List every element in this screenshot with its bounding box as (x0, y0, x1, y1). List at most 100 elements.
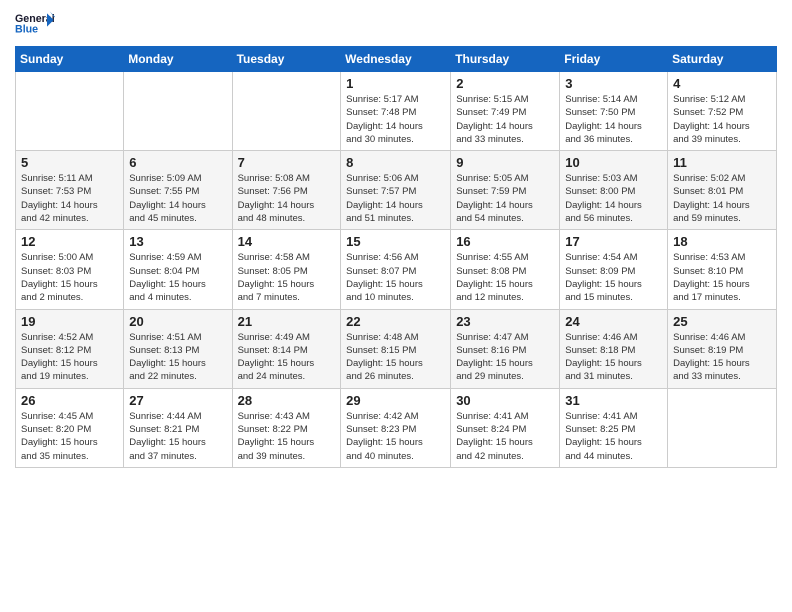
weekday-header-saturday: Saturday (668, 47, 777, 72)
day-number: 21 (238, 314, 336, 329)
calendar-table: SundayMondayTuesdayWednesdayThursdayFrid… (15, 46, 777, 468)
calendar-cell: 23Sunrise: 4:47 AM Sunset: 8:16 PM Dayli… (451, 309, 560, 388)
calendar-cell: 15 Sunrise: 4:56 AM Sunset: 8:07 PM Dayli… (341, 230, 451, 309)
day-number: 1 (346, 76, 445, 91)
calendar-cell: 1Sunrise: 5:17 AM Sunset: 7:48 PM Daylig… (341, 72, 451, 151)
calendar-cell: 19 Sunrise: 4:52 AM Sunset: 8:12 PM Dayli… (16, 309, 124, 388)
day-info: Sunrise: 4:46 AM Sunset: 8:19 PM Dayligh… (673, 331, 771, 384)
calendar-cell: 28 Sunrise: 4:43 AM Sunset: 8:22 PM Dayli… (232, 388, 341, 467)
day-info: Sunrise: 5:09 AM Sunset: 7:55 PM Dayligh… (129, 172, 226, 225)
calendar-cell: 22 Sunrise: 4:48 AM Sunset: 8:15 PM Dayli… (341, 309, 451, 388)
calendar-cell: 16Sunrise: 4:55 AM Sunset: 8:08 PM Dayli… (451, 230, 560, 309)
day-number: 19 (21, 314, 118, 329)
day-info: Sunrise: 5:12 AM Sunset: 7:52 PM Dayligh… (673, 93, 771, 146)
day-number: 26 (21, 393, 118, 408)
day-info: Sunrise: 4:41 AM Sunset: 8:25 PM Dayligh… (565, 410, 662, 463)
day-info: Sunrise: 4:43 AM Sunset: 8:22 PM Dayligh… (238, 410, 336, 463)
day-info: Sunrise: 5:11 AM Sunset: 7:53 PM Dayligh… (21, 172, 118, 225)
day-number: 18 (673, 234, 771, 249)
calendar-cell (232, 72, 341, 151)
day-number: 12 (21, 234, 118, 249)
calendar-cell: 7 Sunrise: 5:08 AM Sunset: 7:56 PM Daylig… (232, 151, 341, 230)
weekday-header-sunday: Sunday (16, 47, 124, 72)
day-number: 25 (673, 314, 771, 329)
day-info: Sunrise: 4:49 AM Sunset: 8:14 PM Dayligh… (238, 331, 336, 384)
day-info: Sunrise: 5:14 AM Sunset: 7:50 PM Dayligh… (565, 93, 662, 146)
day-info: Sunrise: 4:59 AM Sunset: 8:04 PM Dayligh… (129, 251, 226, 304)
day-info: Sunrise: 4:52 AM Sunset: 8:12 PM Dayligh… (21, 331, 118, 384)
page-header: General Blue (15, 10, 777, 40)
calendar-cell: 12 Sunrise: 5:00 AM Sunset: 8:03 PM Dayli… (16, 230, 124, 309)
day-info: Sunrise: 4:46 AM Sunset: 8:18 PM Dayligh… (565, 331, 662, 384)
calendar-cell: 26Sunrise: 4:45 AM Sunset: 8:20 PM Dayli… (16, 388, 124, 467)
calendar-cell: 10Sunrise: 5:03 AM Sunset: 8:00 PM Dayli… (560, 151, 668, 230)
calendar-cell (16, 72, 124, 151)
weekday-header-thursday: Thursday (451, 47, 560, 72)
day-info: Sunrise: 5:06 AM Sunset: 7:57 PM Dayligh… (346, 172, 445, 225)
day-info: Sunrise: 4:44 AM Sunset: 8:21 PM Dayligh… (129, 410, 226, 463)
calendar-cell: 27 Sunrise: 4:44 AM Sunset: 8:21 PM Dayli… (124, 388, 232, 467)
day-number: 22 (346, 314, 445, 329)
calendar-cell (124, 72, 232, 151)
calendar-cell: 5 Sunrise: 5:11 AM Sunset: 7:53 PM Daylig… (16, 151, 124, 230)
day-number: 6 (129, 155, 226, 170)
weekday-header-row: SundayMondayTuesdayWednesdayThursdayFrid… (16, 47, 777, 72)
day-info: Sunrise: 4:48 AM Sunset: 8:15 PM Dayligh… (346, 331, 445, 384)
week-row-2: 5 Sunrise: 5:11 AM Sunset: 7:53 PM Daylig… (16, 151, 777, 230)
svg-text:Blue: Blue (15, 24, 38, 36)
week-row-4: 19 Sunrise: 4:52 AM Sunset: 8:12 PM Dayli… (16, 309, 777, 388)
calendar-cell: 17 Sunrise: 4:54 AM Sunset: 8:09 PM Dayli… (560, 230, 668, 309)
day-info: Sunrise: 4:41 AM Sunset: 8:24 PM Dayligh… (456, 410, 554, 463)
day-number: 15 (346, 234, 445, 249)
weekday-header-monday: Monday (124, 47, 232, 72)
calendar-cell: 31 Sunrise: 4:41 AM Sunset: 8:25 PM Dayli… (560, 388, 668, 467)
day-info: Sunrise: 4:56 AM Sunset: 8:07 PM Dayligh… (346, 251, 445, 304)
calendar-cell: 3 Sunrise: 5:14 AM Sunset: 7:50 PM Daylig… (560, 72, 668, 151)
day-number: 23 (456, 314, 554, 329)
day-info: Sunrise: 5:08 AM Sunset: 7:56 PM Dayligh… (238, 172, 336, 225)
day-number: 7 (238, 155, 336, 170)
day-number: 2 (456, 76, 554, 91)
calendar-cell: 8 Sunrise: 5:06 AM Sunset: 7:57 PM Daylig… (341, 151, 451, 230)
calendar-cell: 18 Sunrise: 4:53 AM Sunset: 8:10 PM Dayli… (668, 230, 777, 309)
day-number: 20 (129, 314, 226, 329)
calendar-cell: 13 Sunrise: 4:59 AM Sunset: 8:04 PM Dayli… (124, 230, 232, 309)
calendar-cell: 20 Sunrise: 4:51 AM Sunset: 8:13 PM Dayli… (124, 309, 232, 388)
day-number: 27 (129, 393, 226, 408)
day-number: 30 (456, 393, 554, 408)
day-number: 31 (565, 393, 662, 408)
weekday-header-friday: Friday (560, 47, 668, 72)
day-number: 8 (346, 155, 445, 170)
day-number: 5 (21, 155, 118, 170)
calendar-cell: 9Sunrise: 5:05 AM Sunset: 7:59 PM Daylig… (451, 151, 560, 230)
calendar-cell: 25 Sunrise: 4:46 AM Sunset: 8:19 PM Dayli… (668, 309, 777, 388)
weekday-header-tuesday: Tuesday (232, 47, 341, 72)
day-info: Sunrise: 4:53 AM Sunset: 8:10 PM Dayligh… (673, 251, 771, 304)
calendar-cell: 30 Sunrise: 4:41 AM Sunset: 8:24 PM Dayli… (451, 388, 560, 467)
week-row-1: 1Sunrise: 5:17 AM Sunset: 7:48 PM Daylig… (16, 72, 777, 151)
day-info: Sunrise: 5:00 AM Sunset: 8:03 PM Dayligh… (21, 251, 118, 304)
day-number: 17 (565, 234, 662, 249)
day-number: 10 (565, 155, 662, 170)
day-number: 28 (238, 393, 336, 408)
calendar-cell: 24Sunrise: 4:46 AM Sunset: 8:18 PM Dayli… (560, 309, 668, 388)
day-number: 3 (565, 76, 662, 91)
calendar-cell (668, 388, 777, 467)
day-number: 13 (129, 234, 226, 249)
day-info: Sunrise: 4:58 AM Sunset: 8:05 PM Dayligh… (238, 251, 336, 304)
day-number: 4 (673, 76, 771, 91)
day-number: 14 (238, 234, 336, 249)
week-row-3: 12 Sunrise: 5:00 AM Sunset: 8:03 PM Dayli… (16, 230, 777, 309)
day-number: 11 (673, 155, 771, 170)
day-info: Sunrise: 4:51 AM Sunset: 8:13 PM Dayligh… (129, 331, 226, 384)
week-row-5: 26Sunrise: 4:45 AM Sunset: 8:20 PM Dayli… (16, 388, 777, 467)
day-info: Sunrise: 4:54 AM Sunset: 8:09 PM Dayligh… (565, 251, 662, 304)
day-info: Sunrise: 4:55 AM Sunset: 8:08 PM Dayligh… (456, 251, 554, 304)
calendar-cell: 29Sunrise: 4:42 AM Sunset: 8:23 PM Dayli… (341, 388, 451, 467)
calendar-cell: 21 Sunrise: 4:49 AM Sunset: 8:14 PM Dayli… (232, 309, 341, 388)
day-number: 9 (456, 155, 554, 170)
calendar-cell: 4 Sunrise: 5:12 AM Sunset: 7:52 PM Daylig… (668, 72, 777, 151)
calendar-cell: 14 Sunrise: 4:58 AM Sunset: 8:05 PM Dayli… (232, 230, 341, 309)
logo: General Blue (15, 10, 55, 40)
logo-icon: General Blue (15, 10, 55, 40)
